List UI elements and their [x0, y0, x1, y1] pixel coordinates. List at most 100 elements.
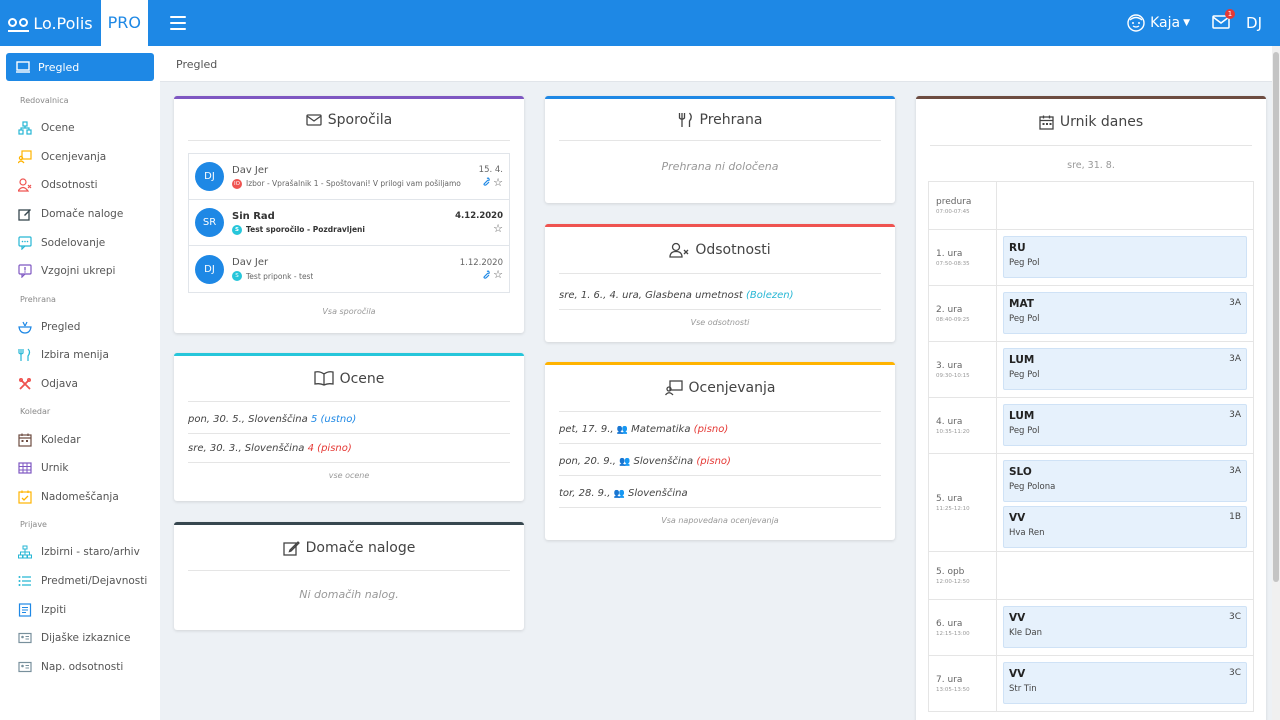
message-subject: Test priponk - test	[246, 271, 314, 281]
sidebar-item-urnik[interactable]: Urnik	[0, 454, 160, 483]
assessment-date: tor, 28. 9.,	[559, 488, 614, 499]
sidebar-item-label: Ocene	[41, 122, 75, 135]
sidebar-item-label: Dijaške izkaznice	[41, 632, 131, 645]
period-label: predura 07:00-07:45	[929, 182, 997, 229]
assessment-subject: Slovenščina	[624, 488, 688, 499]
period-label: 3. ura 09:30-10:15	[929, 342, 997, 397]
assessment-item[interactable]: pet, 17. 9., 👥 Matematika (pisno)	[559, 412, 881, 444]
grade-text: sre, 30. 3., Slovenščina	[188, 443, 308, 454]
grades-card: Ocene pon, 30. 5., Slovenščina 5 (ustno)…	[174, 353, 524, 501]
sidebar-item-izpiti[interactable]: Izpiti	[0, 595, 160, 624]
mail-button[interactable]: 1	[1212, 8, 1236, 33]
hierarchy-icon	[17, 120, 33, 136]
sidebar-item-koledar[interactable]: Koledar	[0, 425, 160, 454]
sidebar-item-pregled[interactable]: Pregled	[6, 53, 154, 81]
assessments-card: Ocenjevanja pet, 17. 9., 👥 Matematika (p…	[545, 362, 895, 540]
lesson-room: 3A	[1229, 298, 1241, 308]
message-item[interactable]: DJ Dav Jer 1.12.2020 S Test priponk - te…	[189, 246, 509, 292]
lesson-block[interactable]: VV 1B Hva Ren	[1003, 506, 1247, 548]
lesson-block[interactable]: RU Peg Pol	[1003, 236, 1247, 278]
sidebar-item-izkaznice[interactable]: Dijaške izkaznice	[0, 624, 160, 653]
cancel-cutlery-icon	[17, 376, 33, 392]
page-scrollbar[interactable]	[1272, 46, 1280, 720]
sidebar-item-predmeti[interactable]: Predmeti/Dejavnosti	[0, 567, 160, 596]
sidebar-item-ocenjevanja[interactable]: Ocenjevanja	[0, 143, 160, 172]
period-label: 5. opb 12:00-12:50	[929, 552, 997, 599]
all-messages-link[interactable]: Vsa sporočila	[174, 293, 524, 324]
schedule-table: predura 07:00-07:45 1. ura 07:50-08:35 RU Peg…	[928, 181, 1254, 712]
sidebar-item-nadomescanja[interactable]: Nadomeščanja	[0, 483, 160, 512]
sidebar-item-label: Nap. odsotnosti	[41, 660, 124, 673]
star-icon[interactable]: ☆	[493, 176, 503, 189]
all-grades-link[interactable]: vse ocene	[174, 463, 524, 488]
period-lessons: VV 3C Str Tin	[997, 656, 1253, 711]
message-item[interactable]: SR Sin Rad 4.12.2020 S Test sporočilo - …	[189, 200, 509, 246]
sidebar-item-odjava[interactable]: Odjava	[0, 370, 160, 399]
sidebar-item-domace-naloge[interactable]: Domače naloge	[0, 200, 160, 229]
meals-card-title: Prehrana	[559, 99, 881, 141]
sidebar-item-label: Odsotnosti	[41, 179, 98, 192]
sidebar-item-label: Domače naloge	[41, 208, 124, 221]
lesson-block[interactable]: VV 3C Kle Dan	[1003, 606, 1247, 648]
absences-card: Odsotnosti sre, 1. 6., 4. ura, Glasbena …	[545, 224, 895, 342]
breadcrumb: Pregled	[160, 46, 1280, 82]
star-icon[interactable]: ☆	[493, 222, 503, 235]
sidebar-item-vzgojni-ukrepi[interactable]: Vzgojni ukrepi	[0, 257, 160, 286]
user-name: Kaja	[1150, 15, 1181, 31]
edit-icon	[282, 540, 300, 556]
message-item[interactable]: DJ Dav Jer 15. 4. IO Izbor - Vprašalnik …	[189, 154, 509, 200]
lesson-room: 1B	[1229, 512, 1241, 522]
schedule-row: 5. ura 11:25-12:10 SLO 3A Peg Polona VV 1B Hva …	[929, 454, 1253, 552]
sidebar-item-label: Pregled	[38, 60, 80, 74]
star-icon[interactable]: ☆	[493, 268, 503, 281]
profile-initials[interactable]: DJ	[1246, 14, 1262, 32]
lesson-block[interactable]: VV 3C Str Tin	[1003, 662, 1247, 704]
schedule-row: 3. ura 09:30-10:15 LUM 3A Peg Pol	[929, 342, 1253, 398]
paperclip-icon	[483, 177, 490, 186]
scrollbar-thumb[interactable]	[1273, 52, 1279, 582]
all-assessments-link[interactable]: Vsa napovedana ocenjevanja	[545, 508, 895, 533]
assessment-type: (pisno)	[693, 424, 729, 435]
grade-item[interactable]: pon, 30. 5., Slovenščina 5 (ustno)	[188, 402, 510, 434]
lesson-block[interactable]: MAT 3A Peg Pol	[1003, 292, 1247, 334]
brand[interactable]: Lo.Polis PRO	[0, 0, 148, 46]
lesson-block[interactable]: LUM 3A Peg Pol	[1003, 404, 1247, 446]
user-menu[interactable]: Kaja ▼	[1126, 13, 1190, 33]
lesson-block[interactable]: LUM 3A Peg Pol	[1003, 348, 1247, 390]
homework-card: Domače naloge Ni domačih nalog.	[174, 522, 524, 630]
lesson-teacher: Peg Polona	[1009, 482, 1056, 492]
period-name: 5. opb	[936, 566, 965, 577]
schedule-date: sre, 31. 8.	[1067, 160, 1115, 171]
assessment-item[interactable]: tor, 28. 9., 👥 Slovenščina	[559, 476, 881, 508]
sidebar-item-odsotnosti[interactable]: Odsotnosti	[0, 171, 160, 200]
sidebar-item-sodelovanje[interactable]: Sodelovanje	[0, 228, 160, 257]
calendar-check-icon	[17, 489, 33, 505]
sidebar-item-izbira-menija[interactable]: Izbira menija	[0, 341, 160, 370]
sidebar-item-nap-odsotnosti[interactable]: Nap. odsotnosti	[0, 653, 160, 682]
period-lessons: SLO 3A Peg Polona VV 1B Hva Ren	[997, 454, 1253, 551]
absence-item[interactable]: sre, 1. 6., 4. ura, Glasbena umetnost (B…	[559, 274, 881, 310]
all-absences-link[interactable]: Vse odsotnosti	[545, 310, 895, 335]
assessment-date: pet, 17. 9.,	[559, 424, 617, 435]
assessment-subject: Slovenščina	[630, 456, 697, 467]
message-list: DJ Dav Jer 15. 4. IO Izbor - Vprašalnik …	[188, 153, 510, 293]
menu-toggle-icon[interactable]	[170, 16, 186, 30]
message-tag: IO	[232, 178, 242, 189]
meals-card: Prehrana Prehrana ni določena	[545, 96, 895, 203]
brand-name: Lo.Polis	[33, 13, 93, 33]
calendar-icon	[1039, 115, 1054, 130]
lesson-block[interactable]: SLO 3A Peg Polona	[1003, 460, 1247, 502]
sidebar-item-prehrana-pregled[interactable]: Pregled	[0, 313, 160, 342]
lesson-subject: VV	[1009, 612, 1026, 624]
sidebar-item-ocene[interactable]: Ocene	[0, 114, 160, 143]
grade-item[interactable]: sre, 30. 3., Slovenščina 4 (pisno)	[188, 434, 510, 463]
card-title-text: Ocenjevanja	[688, 380, 776, 396]
lesson-teacher: Peg Pol	[1009, 370, 1040, 380]
period-name: 6. ura	[936, 618, 963, 629]
period-name: predura	[936, 196, 972, 207]
assessment-item[interactable]: pon, 20. 9., 👥 Slovenščina (pisno)	[559, 444, 881, 476]
homework-card-title: Domače naloge	[188, 525, 510, 571]
top-bar: Lo.Polis PRO Kaja ▼ 1 DJ	[0, 0, 1280, 46]
schedule-card: Urnik danes sre, 31. 8. predura 07:00-07:…	[916, 96, 1266, 720]
sidebar-item-izbirni[interactable]: Izbirni - staro/arhiv	[0, 538, 160, 567]
